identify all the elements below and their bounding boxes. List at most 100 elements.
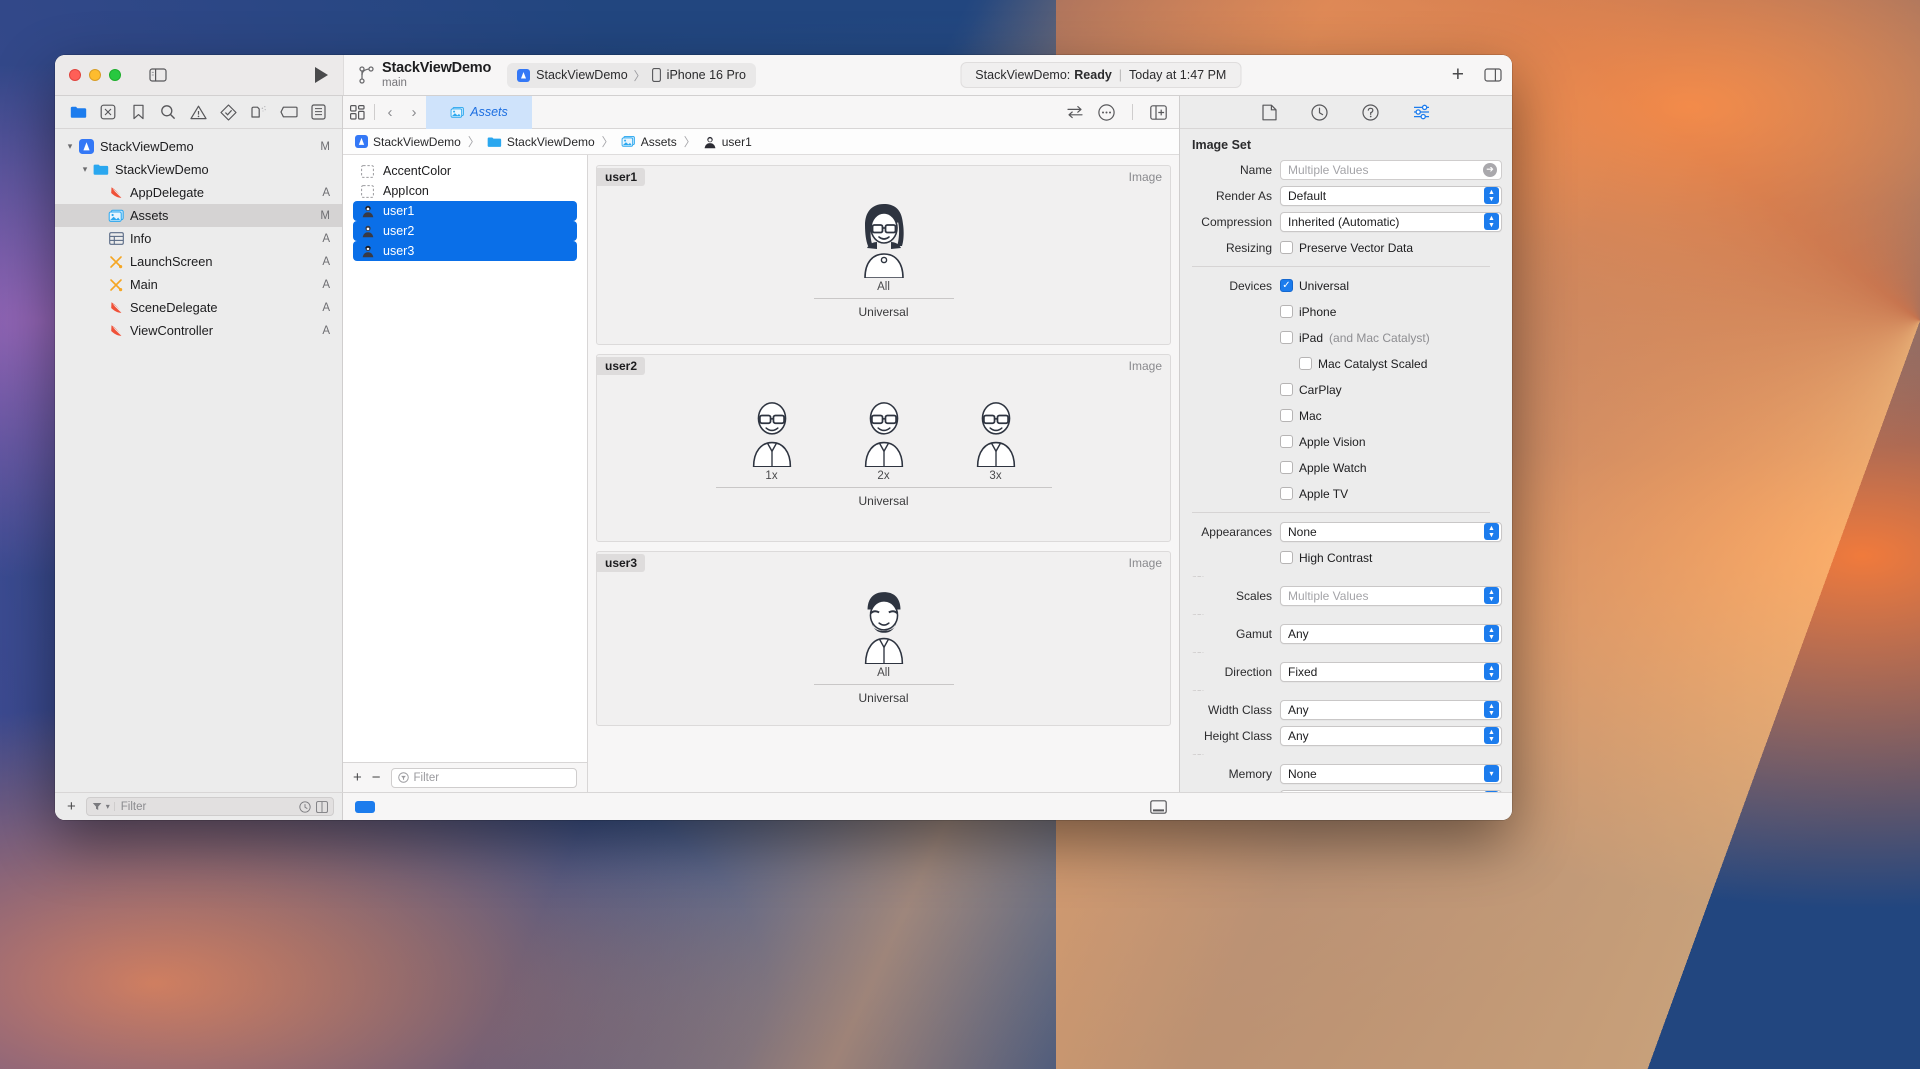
device-apple-tv-checkbox[interactable] [1280, 487, 1293, 500]
tab-assets[interactable]: Assets [426, 95, 532, 129]
add-editor-split-icon[interactable] [1150, 104, 1167, 120]
tree-row-project[interactable]: ▾ StackViewDemo M [55, 135, 342, 158]
bookmarks-icon[interactable] [123, 100, 153, 124]
render-as-select[interactable]: Default ▲ ▼ [1280, 185, 1502, 206]
tree-row-assets[interactable]: Assets M [55, 204, 342, 227]
scales-select[interactable]: Multiple Values ▲ ▼ [1280, 585, 1502, 606]
name-input[interactable]: Multiple Values ➔ [1280, 159, 1502, 180]
folder-icon[interactable] [63, 100, 93, 124]
asset-slot[interactable]: 2x [827, 385, 940, 488]
chevron-updown-icon[interactable]: ▲ ▼ [1484, 625, 1499, 642]
asset-item-user1[interactable]: user1 [353, 201, 577, 221]
preserve-vector-data-checkbox[interactable] [1280, 241, 1293, 254]
tree-row-main[interactable]: Main A [55, 273, 342, 296]
tree-row-scenedelegate[interactable]: SceneDelegate A [55, 296, 342, 319]
close-button[interactable] [69, 69, 81, 81]
device-iphone-checkbox[interactable] [1280, 305, 1293, 318]
width-class-select[interactable]: Any ▲ ▼ [1280, 699, 1502, 720]
chevron-updown-icon[interactable]: ▲ ▼ [1484, 213, 1499, 230]
run-button[interactable] [313, 66, 329, 84]
asset-slot-image[interactable] [849, 582, 919, 664]
filter-scope-button[interactable]: ▾ [92, 802, 115, 811]
toggle-inspector-icon[interactable] [1470, 68, 1502, 82]
chevron-down-icon[interactable]: ▾ [63, 141, 77, 152]
attributes-inspector-icon[interactable] [1413, 104, 1430, 120]
tree-row-viewcontroller[interactable]: ViewController A [55, 319, 342, 342]
asset-slot-image[interactable] [849, 385, 919, 467]
device-apple-vision-checkbox[interactable] [1280, 435, 1293, 448]
breadcrumb-item-assets[interactable]: Assets [621, 135, 677, 149]
breakpoint-icon[interactable] [274, 100, 304, 124]
swap-editor-icon[interactable] [1066, 105, 1084, 119]
chevron-updown-icon[interactable]: ▲ ▼ [1484, 587, 1499, 604]
asset-item-user3[interactable]: user3 [353, 241, 577, 261]
gamut-select[interactable]: Any ▲ ▼ [1280, 623, 1502, 644]
asset-slot[interactable]: 1x [715, 385, 828, 488]
breadcrumb-item-group[interactable]: StackViewDemo [487, 135, 595, 149]
asset-slot[interactable]: All [813, 582, 954, 685]
device-universal-checkbox[interactable] [1280, 279, 1293, 292]
asset-slot-image[interactable] [961, 385, 1031, 467]
project-navigator-tree[interactable]: ▾ StackViewDemo M ▾ StackViewDemo AppDel… [55, 129, 342, 792]
editor-options-icon[interactable] [343, 104, 371, 120]
tree-row-group[interactable]: ▾ StackViewDemo [55, 158, 342, 181]
asset-slot-image[interactable] [849, 196, 919, 278]
asset-slot[interactable]: 3x [939, 385, 1052, 488]
reveal-arrow-icon[interactable]: ➔ [1483, 162, 1497, 177]
navigator-filter-input[interactable]: ▾ Filter [85, 797, 334, 816]
asset-list[interactable]: AccentColor AppIcon user1 user2 user3 [343, 155, 587, 762]
asset-filter-input[interactable]: Filter [390, 767, 577, 788]
tree-row-info[interactable]: Info A [55, 227, 342, 250]
add-editor-button[interactable]: + [1446, 63, 1470, 87]
warning-icon[interactable] [183, 100, 213, 124]
device-mac-checkbox[interactable] [1280, 409, 1293, 422]
report-icon[interactable] [304, 100, 334, 124]
history-inspector-icon[interactable] [1311, 103, 1328, 121]
asset-slot[interactable]: All [813, 196, 954, 299]
chevron-updown-icon[interactable]: ▲ ▼ [1484, 727, 1499, 744]
minimize-button[interactable] [89, 69, 101, 81]
tree-row-launchscreen[interactable]: LaunchScreen A [55, 250, 342, 273]
height-class-select[interactable]: Any ▲ ▼ [1280, 725, 1502, 746]
search-icon[interactable] [153, 100, 183, 124]
add-file-button[interactable]: + [63, 798, 80, 815]
chevron-updown-icon[interactable]: ▲ ▼ [1484, 523, 1499, 540]
color-swatch[interactable] [355, 800, 375, 813]
remove-asset-button[interactable]: − [372, 769, 381, 786]
asset-item-appicon[interactable]: AppIcon [353, 181, 577, 201]
chevron-down-icon[interactable]: ▾ [78, 164, 92, 175]
asset-card-user1[interactable]: user1 Image All Universal [596, 165, 1171, 345]
asset-card-user3[interactable]: user3 Image All Universal [596, 551, 1171, 726]
navigate-forward-button[interactable]: › [402, 104, 426, 121]
zoom-button[interactable] [109, 69, 121, 81]
compression-select[interactable]: Inherited (Automatic) ▲ ▼ [1280, 211, 1502, 232]
status-bar[interactable]: StackViewDemo: Ready | Today at 1:47 PM [960, 62, 1242, 88]
asset-slot-image[interactable] [737, 385, 807, 467]
chevron-down-icon[interactable]: ▾ [1484, 765, 1499, 782]
memory-select[interactable]: None ▾ [1280, 763, 1502, 784]
debug-icon[interactable] [244, 100, 274, 124]
show-slicing-icon[interactable] [1150, 799, 1167, 814]
high-contrast-checkbox[interactable] [1280, 551, 1293, 564]
chevron-updown-icon[interactable]: ▲ ▼ [1484, 187, 1499, 204]
device-mac-catalyst-scaled-checkbox[interactable] [1299, 357, 1312, 370]
device-ipad-checkbox[interactable] [1280, 331, 1293, 344]
direction-select[interactable]: Fixed ▲ ▼ [1280, 661, 1502, 682]
toggle-navigator-icon[interactable] [149, 68, 167, 82]
file-inspector-icon[interactable] [1262, 104, 1277, 121]
navigate-back-button[interactable]: ‹ [378, 104, 402, 121]
breadcrumb-item-project[interactable]: StackViewDemo [355, 135, 461, 149]
test-icon[interactable] [214, 100, 244, 124]
scheme-selector[interactable]: StackViewDemo main [382, 60, 491, 89]
device-carplay-checkbox[interactable] [1280, 383, 1293, 396]
asset-item-accentcolor[interactable]: AccentColor [353, 161, 577, 181]
asset-card-user2[interactable]: user2 Image 1x 2x 3x Universal [596, 354, 1171, 542]
breadcrumb-item-imageset[interactable]: user1 [703, 135, 752, 149]
tree-row-appdelegate[interactable]: AppDelegate A [55, 181, 342, 204]
device-apple-watch-checkbox[interactable] [1280, 461, 1293, 474]
add-asset-button[interactable]: + [353, 769, 362, 786]
quick-help-icon[interactable] [1362, 103, 1379, 121]
destination-selector[interactable]: StackViewDemo 〉 iPhone 16 Pro [507, 62, 756, 88]
chevron-updown-icon[interactable]: ▲ ▼ [1484, 701, 1499, 718]
appearances-select[interactable]: None ▲ ▼ [1280, 521, 1502, 542]
